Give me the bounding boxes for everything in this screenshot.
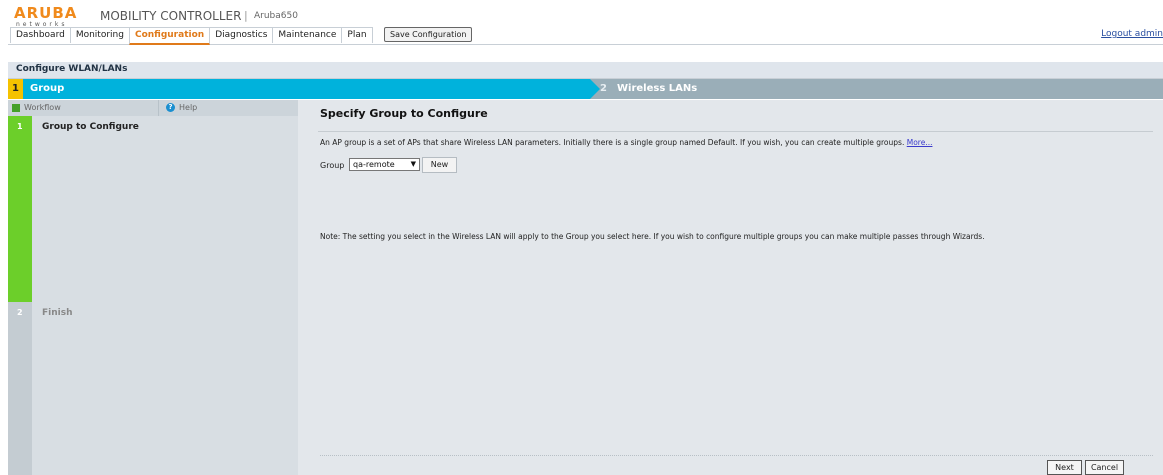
workflow-list — [8, 116, 298, 475]
divider — [158, 100, 159, 116]
tab-diagnostics[interactable]: Diagnostics — [209, 27, 274, 43]
new-group-button[interactable]: New — [422, 157, 457, 173]
header: ARUBA networks MOBILITY CONTROLLER | Aru… — [8, 0, 1163, 45]
wizard-step-bar: 1 Group 2 Wireless LANs — [8, 79, 1163, 99]
tab-dashboard[interactable]: Dashboard — [10, 27, 71, 43]
workflow-panel: Workflow ? Help 1 Group to Configure 2 F… — [8, 100, 298, 475]
workflow-item-number: 1 — [17, 122, 23, 131]
page-title: Configure WLAN/LANs — [16, 64, 128, 74]
group-label: Group — [320, 161, 345, 170]
step-group[interactable]: 1 Group — [8, 79, 590, 99]
workflow-item-finish[interactable]: Finish — [42, 308, 73, 318]
tab-monitoring[interactable]: Monitoring — [69, 27, 130, 43]
tab-plan[interactable]: Plan — [341, 27, 373, 43]
group-select[interactable]: qa-remote ▼ — [349, 158, 420, 171]
main-nav: Dashboard Monitoring Configuration Diagn… — [10, 27, 373, 45]
workflow-progress-pending — [8, 302, 32, 475]
divider — [318, 131, 1153, 132]
page-title-bar: Configure WLAN/LANs — [8, 62, 1163, 79]
workflow-label: Workflow — [24, 103, 61, 112]
workflow-status-icon — [12, 104, 20, 112]
help-icon[interactable]: ? — [166, 103, 175, 112]
step-wireless-lans[interactable]: 2 Wireless LANs — [590, 79, 1163, 99]
next-button[interactable]: Next — [1047, 460, 1082, 475]
dropdown-arrow-icon: ▼ — [410, 160, 416, 168]
title-separator: | — [244, 9, 248, 22]
logo-word: ARUBA — [14, 4, 78, 22]
cancel-button[interactable]: Cancel — [1085, 460, 1124, 475]
group-select-value: qa-remote — [353, 160, 395, 169]
section-title: Specify Group to Configure — [320, 107, 488, 120]
group-description: An AP group is a set of APs that share W… — [320, 138, 932, 147]
workflow-item-group-to-configure[interactable]: Group to Configure — [42, 122, 139, 132]
logout-link[interactable]: Logout admin — [1101, 29, 1163, 39]
note-text: Note: The setting you select in the Wire… — [320, 232, 985, 241]
step-number: 2 — [600, 83, 607, 94]
product-title: MOBILITY CONTROLLER — [100, 9, 242, 23]
workflow-header: Workflow ? Help — [8, 100, 298, 116]
step-number: 1 — [8, 79, 23, 99]
tab-configuration[interactable]: Configuration — [128, 27, 211, 45]
step-arrow-icon — [590, 79, 600, 99]
step-label: Wireless LANs — [617, 83, 698, 94]
workflow-progress-active — [8, 116, 32, 302]
description-text: An AP group is a set of APs that share W… — [320, 138, 905, 147]
tab-maintenance[interactable]: Maintenance — [272, 27, 343, 43]
app-frame: ARUBA networks MOBILITY CONTROLLER | Aru… — [8, 0, 1163, 475]
main-content: Specify Group to Configure An AP group i… — [298, 100, 1163, 475]
workflow-item-number: 2 — [17, 308, 23, 317]
controller-model: Aruba650 — [254, 11, 298, 21]
help-link[interactable]: Help — [179, 103, 197, 112]
divider — [320, 455, 1153, 457]
save-configuration-button[interactable]: Save Configuration — [384, 27, 473, 42]
more-link[interactable]: More... — [907, 138, 933, 147]
step-label: Group — [30, 83, 65, 94]
